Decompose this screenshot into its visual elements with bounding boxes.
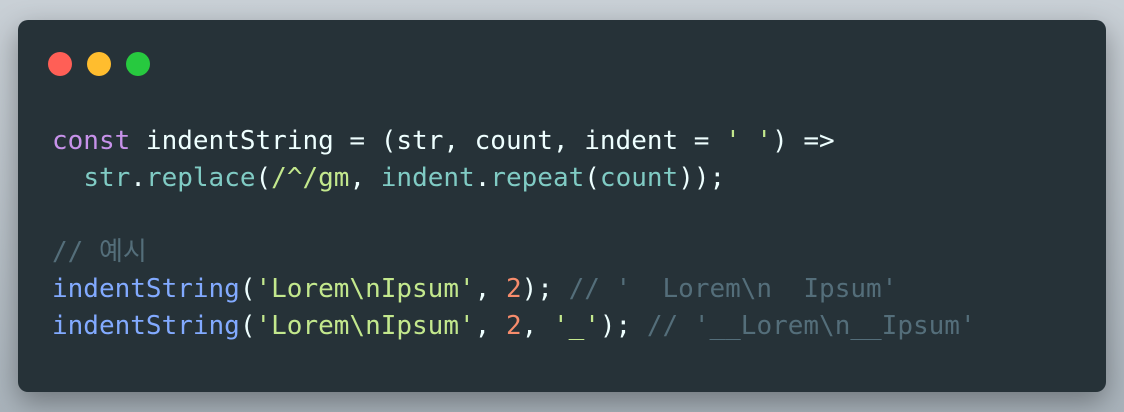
window-controls [48,52,150,76]
code-token: 2 [505,274,522,304]
code-token: ' ' [725,126,773,156]
code-token: 'Lorem\nIpsum' [255,311,475,341]
code-token: ( [584,163,600,193]
code-line: indentString('Lorem\nIpsum', 2, '_'); //… [52,308,976,345]
code-line: indentString('Lorem\nIpsum', 2); // ' Lo… [52,271,976,308]
code-token: ( [255,163,272,193]
code-token: ) => [772,126,835,156]
code-block: const indentString = (str, count, indent… [52,123,976,345]
code-token: // '__Lorem\n__Ipsum' [646,311,976,341]
code-token: /^/gm [271,163,350,193]
code-token: 2 [505,311,522,341]
code-token: ( [239,274,256,304]
code-token: , [474,274,506,304]
code-token: indentString [52,274,240,304]
code-line: // 예시 [52,234,976,271]
code-token: '_' [552,311,600,341]
code-token: )); [678,163,726,193]
code-token: replace [145,163,256,193]
code-line: const indentString = (str, count, indent… [52,123,976,160]
code-token: 'Lorem\nIpsum' [255,274,475,304]
code-token: , [521,311,553,341]
code-token: const [52,126,131,156]
code-token: indent [380,163,475,193]
code-token: indentString [52,311,240,341]
code-token: , [349,163,381,193]
code-window: const indentString = (str, count, indent… [18,20,1106,392]
code-token: ); [599,311,647,341]
minimize-dot-icon[interactable] [87,52,111,76]
code-token: // ' Lorem\n Ipsum' [568,274,898,304]
close-dot-icon[interactable] [48,52,72,76]
code-token: count [599,163,679,193]
code-token: indentString = (str, count, indent = [130,126,726,156]
code-token: // 예시 [52,237,147,267]
code-token: str [83,163,131,193]
code-token: . [474,163,491,193]
code-token: ); [521,274,569,304]
code-token: repeat [490,163,585,193]
maximize-dot-icon[interactable] [126,52,150,76]
code-token: ( [239,311,256,341]
code-token: , [474,311,506,341]
code-token: . [130,163,146,193]
code-line: str.replace(/^/gm, indent.repeat(count))… [52,160,976,197]
